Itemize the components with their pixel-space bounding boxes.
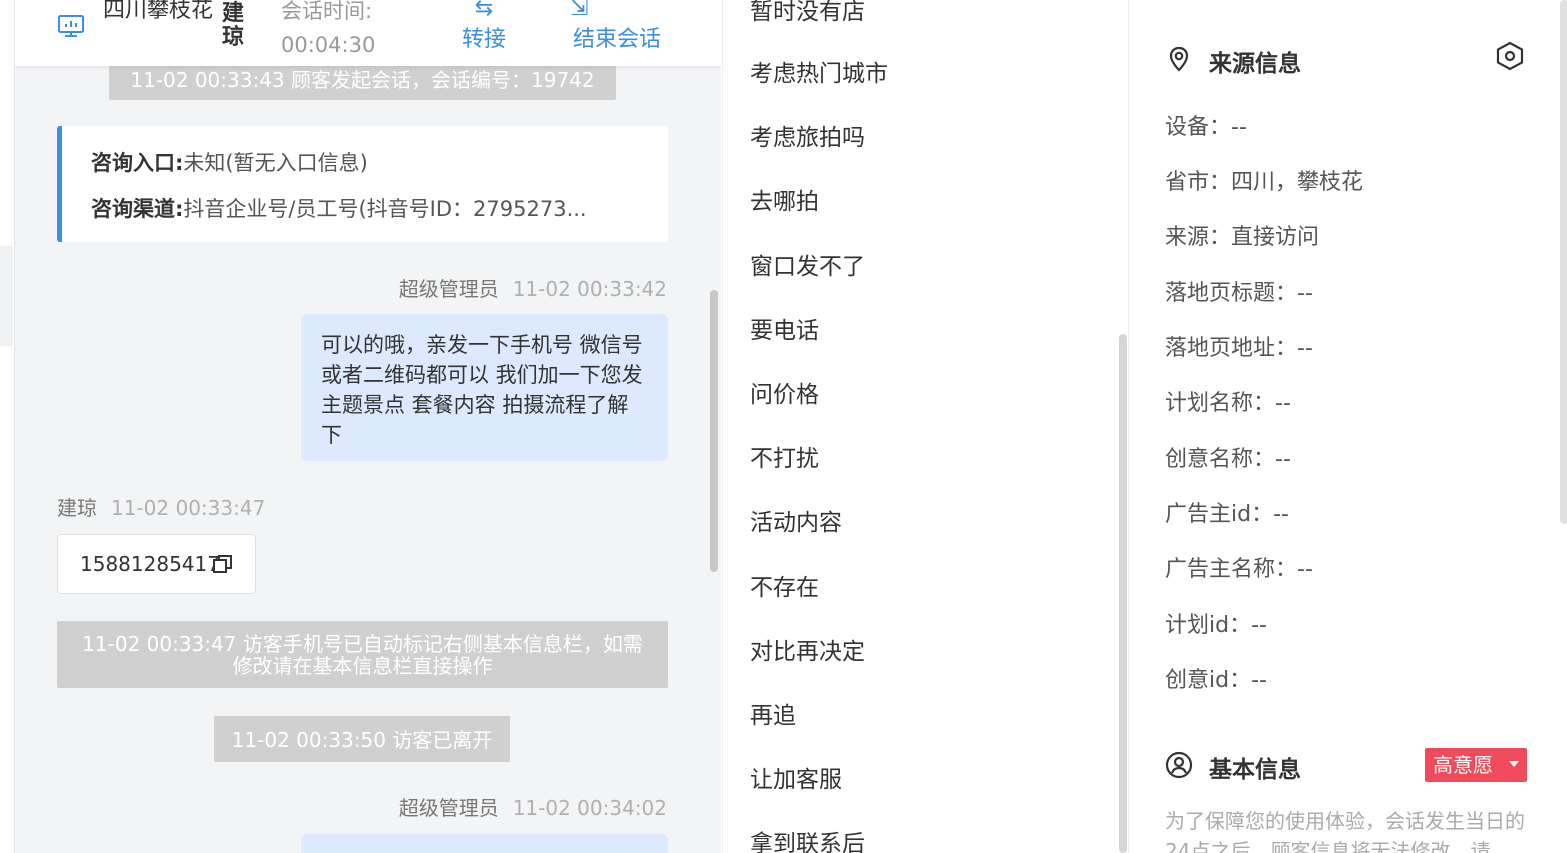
channel-label: 咨询渠道: [91,197,184,221]
system-message-left: 11-02 00:33:50 访客已离开 [214,716,510,762]
tag-item[interactable]: 让加客服 [750,760,842,794]
tag-item[interactable]: 暂时没有店 [750,0,865,26]
entry-label: 咨询入口: [91,151,184,175]
message-meta: 超级管理员 11-02 00:34:02 [399,792,667,821]
transfer-label: 转接 [461,27,506,52]
tag-item[interactable]: 考虑热门城市 [750,54,888,88]
source-info-row: 省市：四川，攀枝花 [1165,170,1364,195]
quick-tags-panel: 暂时没有店 考虑热门城市 考虑旅拍吗 去哪拍 窗口发不了 要电话 问价格 不打扰… [722,0,1127,853]
session-time-label: 会话时间: [281,0,373,23]
tag-item[interactable]: 要电话 [750,311,819,345]
settings-icon[interactable] [1495,41,1525,71]
visitor-message-bubble[interactable]: 15881285417 [57,534,256,594]
exit-icon: ⇲ [570,0,589,21]
tag-item[interactable]: 对比再决定 [750,632,865,666]
collapse-handle[interactable] [0,246,13,346]
source-info-row: 计划名称：-- [1165,391,1291,416]
agent-message-bubble[interactable]: 可以的哦，亲发一下手机号 微信号或者二维码都可以 我们加一下您发主题景点 套餐内… [301,314,668,461]
source-info-row: 落地页地址：-- [1165,336,1313,361]
chat-panel: 四川攀枝花 建琼 会话时间: 00:04:30 ⇆ 转接 ⇲ 结束会话 11-0… [15,0,721,853]
info-scrollbar[interactable] [1560,0,1567,524]
tags-scrollbar[interactable] [1119,334,1127,853]
entry-value: 未知(暂无入口信息) [183,151,368,175]
entry-info-card: 咨询入口:未知(暂无入口信息) 咨询渠道:抖音企业号/员工号(抖音号ID：279… [57,126,668,242]
sender-name: 超级管理员 [398,796,499,820]
source-info-row: 设备：-- [1165,115,1247,140]
end-session-button[interactable]: ⇲ 结束会话 [568,0,666,56]
system-message-phone: 11-02 00:33:47 访客手机号已自动标记右侧基本信息栏，如需修改请在基… [57,621,668,688]
tag-item[interactable]: 再追 [750,696,796,730]
source-info-row: 计划id：-- [1165,613,1267,638]
tag-item[interactable]: 问价格 [750,375,819,409]
channel-value: 抖音企业号/员工号(抖音号ID：2795273... [183,197,587,221]
message-meta: 超级管理员 11-02 00:33:42 [399,273,667,302]
basic-info-title: 基本信息 [1209,757,1301,783]
copy-icon[interactable] [213,554,233,574]
customer-info-panel: 来源信息 设备：-- 省市：四川，攀枝花 来源：直接访问 落地页标题：-- 落地… [1128,0,1567,853]
chat-header: 四川攀枝花 建琼 会话时间: 00:04:30 ⇆ 转接 ⇲ 结束会话 [15,0,721,66]
system-message-start: 11-02 00:33:43 顾客发起会话，会话编号：19742 [109,60,616,100]
tag-item[interactable]: 不存在 [750,568,819,602]
sender-name: 建琼 [57,496,97,520]
source-info-row: 广告主id：-- [1165,502,1289,527]
source-info-row: 创意id：-- [1165,668,1267,693]
source-info-row: 广告主名称：-- [1165,557,1313,582]
transfer-icon: ⇆ [474,0,494,21]
monitor-icon [58,15,84,37]
tag-item[interactable]: 去哪拍 [750,182,819,216]
message-time: 11-02 00:33:42 [512,277,667,301]
caret-down-icon [1509,761,1519,767]
tag-item[interactable]: 不打扰 [750,439,819,473]
source-info-row: 创意名称：-- [1165,447,1291,472]
source-info-row: 落地页标题：-- [1165,281,1313,306]
agent-message-bubble[interactable] [301,834,668,853]
customer-name: 建琼 [222,1,245,50]
source-info-title: 来源信息 [1209,51,1301,77]
phone-number: 15881285417 [80,552,220,576]
tag-item[interactable]: 活动内容 [750,503,842,537]
edit-notice: 为了保障您的使用体验，会话发生当日的24点之后，顾客信息将无法修改，请 [1165,809,1525,853]
source-info-row: 来源：直接访问 [1165,225,1320,250]
end-session-label: 结束会话 [572,27,661,52]
intent-dropdown[interactable]: 高意愿 [1425,748,1527,782]
message-time: 11-02 00:33:47 [111,496,266,520]
message-time: 11-02 00:34:02 [512,796,667,820]
tag-item[interactable]: 窗口发不了 [750,247,865,281]
tag-item[interactable]: 考虑旅拍吗 [750,118,865,152]
location-pin-icon [1169,46,1189,72]
user-circle-icon [1165,751,1193,779]
customer-location: 四川攀枝花 [103,0,214,23]
channel-row: 咨询渠道:抖音企业号/员工号(抖音号ID：2795273... [91,186,651,232]
message-meta: 建琼 11-02 00:33:47 [57,492,265,521]
session-time-value: 00:04:30 [281,33,376,57]
tag-item[interactable]: 拿到联系后 [750,824,865,853]
chat-scrollbar[interactable] [710,290,718,572]
sender-name: 超级管理员 [398,277,499,301]
transfer-button[interactable]: ⇆ 转接 [459,0,509,56]
left-strip [0,0,15,853]
entry-row: 咨询入口:未知(暂无入口信息) [91,140,651,186]
intent-label: 高意愿 [1433,753,1493,777]
